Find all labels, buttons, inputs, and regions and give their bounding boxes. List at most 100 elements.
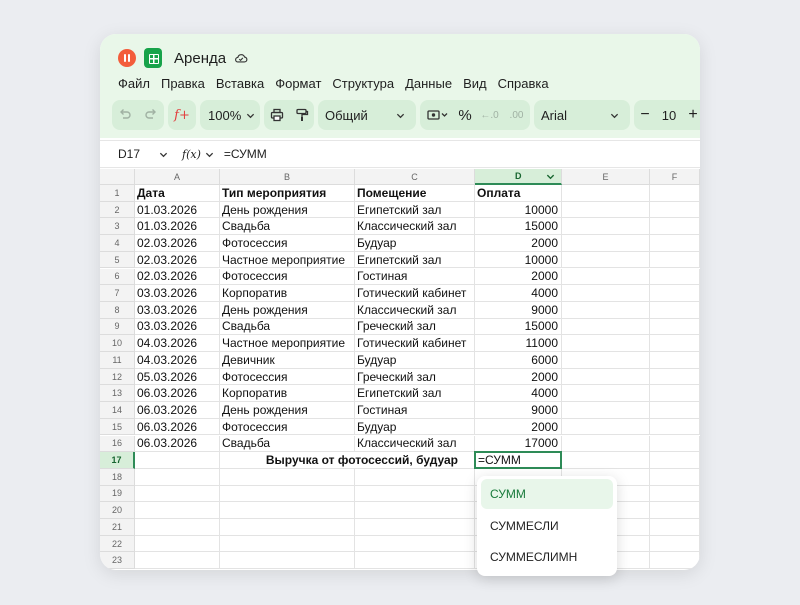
table-cell[interactable]: 2000 bbox=[475, 368, 562, 386]
table-cell[interactable]: Будуар bbox=[355, 235, 475, 252]
menu-item[interactable]: Вставка bbox=[216, 76, 264, 91]
formula-input[interactable]: =СУММ bbox=[224, 147, 267, 161]
grid-cell[interactable] bbox=[562, 218, 650, 236]
table-cell[interactable]: Египетский зал bbox=[355, 201, 475, 219]
row-header[interactable]: 4 bbox=[100, 235, 135, 252]
table-cell[interactable]: 06.03.2026 bbox=[135, 435, 220, 453]
table-cell[interactable]: 01.03.2026 bbox=[135, 218, 220, 236]
zoom-select[interactable]: 100% bbox=[200, 100, 260, 130]
grid-cell[interactable] bbox=[650, 452, 700, 469]
column-header[interactable]: E bbox=[562, 169, 650, 185]
grid-cell[interactable] bbox=[135, 452, 220, 469]
menu-item[interactable]: Данные bbox=[405, 76, 452, 91]
row-header[interactable]: 2 bbox=[100, 201, 135, 219]
table-cell[interactable]: Фотосессия bbox=[220, 268, 355, 286]
grid-cell[interactable] bbox=[135, 502, 220, 519]
grid-cell[interactable] bbox=[650, 251, 700, 269]
menu-item[interactable]: Файл bbox=[118, 76, 150, 91]
grid-cell[interactable] bbox=[562, 185, 650, 202]
table-cell[interactable]: 06.03.2026 bbox=[135, 402, 220, 419]
row-header[interactable]: 8 bbox=[100, 301, 135, 319]
table-cell[interactable]: Греческий зал bbox=[355, 368, 475, 386]
table-cell[interactable]: 4000 bbox=[475, 385, 562, 403]
table-cell[interactable]: Гостиная bbox=[355, 402, 475, 419]
grid-cell[interactable] bbox=[650, 268, 700, 286]
grid-cell[interactable] bbox=[355, 535, 475, 553]
print-icon[interactable] bbox=[264, 100, 289, 130]
grid-cell[interactable] bbox=[135, 485, 220, 503]
column-header[interactable]: C bbox=[355, 169, 475, 185]
table-cell[interactable]: Фотосессия bbox=[220, 418, 355, 436]
chevron-down-icon[interactable] bbox=[546, 172, 555, 181]
table-cell[interactable]: Гостиная bbox=[355, 268, 475, 286]
table-cell[interactable]: 10000 bbox=[475, 201, 562, 219]
grid-cell[interactable] bbox=[562, 352, 650, 369]
grid-cell[interactable] bbox=[650, 535, 700, 553]
table-cell[interactable]: День рождения bbox=[220, 201, 355, 219]
menu-item[interactable]: Структура bbox=[332, 76, 394, 91]
table-cell[interactable]: Частное мероприятие bbox=[220, 251, 355, 269]
grid-cell[interactable] bbox=[650, 552, 700, 570]
grid-cell[interactable] bbox=[650, 235, 700, 252]
row-header[interactable]: 19 bbox=[100, 485, 135, 503]
table-cell[interactable]: Частное мероприятие bbox=[220, 335, 355, 352]
grid-cell[interactable] bbox=[220, 535, 355, 553]
table-cell[interactable]: 02.03.2026 bbox=[135, 235, 220, 252]
table-cell[interactable]: 03.03.2026 bbox=[135, 301, 220, 319]
table-header-cell[interactable]: Помещение bbox=[355, 185, 475, 202]
grid-cell[interactable] bbox=[220, 468, 355, 486]
table-cell[interactable]: 15000 bbox=[475, 218, 562, 236]
menu-item[interactable]: Формат bbox=[275, 76, 321, 91]
undo-icon[interactable] bbox=[112, 100, 138, 130]
table-cell[interactable]: 2000 bbox=[475, 268, 562, 286]
table-cell[interactable]: Свадьба bbox=[220, 218, 355, 236]
redo-icon[interactable] bbox=[138, 100, 164, 130]
grid-cell[interactable] bbox=[650, 218, 700, 236]
grid-cell[interactable] bbox=[355, 552, 475, 570]
row-header[interactable]: 9 bbox=[100, 318, 135, 336]
grid-cell[interactable] bbox=[355, 519, 475, 536]
grid-cell[interactable] bbox=[562, 285, 650, 302]
table-cell[interactable]: День рождения bbox=[220, 301, 355, 319]
currency-format-icon[interactable] bbox=[420, 100, 454, 130]
table-cell[interactable]: 06.03.2026 bbox=[135, 418, 220, 436]
autocomplete-item[interactable]: СУММ bbox=[481, 479, 613, 509]
total-label[interactable]: Выручка от фотосессий, будуар bbox=[220, 452, 475, 469]
row-header[interactable]: 21 bbox=[100, 519, 135, 536]
column-header[interactable]: D bbox=[475, 169, 562, 185]
row-header[interactable]: 6 bbox=[100, 268, 135, 286]
menu-item[interactable]: Вид bbox=[463, 76, 487, 91]
select-all-corner[interactable] bbox=[100, 169, 135, 185]
grid-cell[interactable] bbox=[650, 318, 700, 336]
table-cell[interactable]: Будуар bbox=[355, 352, 475, 369]
table-cell[interactable]: Фотосессия bbox=[220, 368, 355, 386]
table-cell[interactable]: Египетский зал bbox=[355, 385, 475, 403]
font-size-decrease-button[interactable]: − bbox=[634, 100, 656, 130]
table-header-cell[interactable]: Оплата bbox=[475, 185, 562, 202]
row-header[interactable]: 22 bbox=[100, 535, 135, 553]
active-cell-formula[interactable]: =СУММ bbox=[474, 451, 562, 469]
table-cell[interactable]: Классический зал bbox=[355, 301, 475, 319]
table-cell[interactable]: День рождения bbox=[220, 402, 355, 419]
grid-cell[interactable] bbox=[562, 385, 650, 403]
grid-cell[interactable] bbox=[562, 268, 650, 286]
table-cell[interactable]: 03.03.2026 bbox=[135, 285, 220, 302]
grid-cell[interactable] bbox=[135, 519, 220, 536]
grid-cell[interactable] bbox=[562, 402, 650, 419]
row-header[interactable]: 17 bbox=[100, 452, 135, 469]
grid-cell[interactable] bbox=[562, 235, 650, 252]
grid-cell[interactable] bbox=[650, 368, 700, 386]
row-header[interactable]: 16 bbox=[100, 435, 135, 453]
table-cell[interactable]: Готический кабинет bbox=[355, 335, 475, 352]
table-cell[interactable]: 17000 bbox=[475, 435, 562, 453]
table-cell[interactable]: 02.03.2026 bbox=[135, 251, 220, 269]
grid-cell[interactable] bbox=[650, 519, 700, 536]
row-header[interactable]: 18 bbox=[100, 468, 135, 486]
table-cell[interactable]: Фотосессия bbox=[220, 235, 355, 252]
row-header[interactable]: 7 bbox=[100, 285, 135, 302]
grid-cell[interactable] bbox=[355, 485, 475, 503]
table-cell[interactable]: Египетский зал bbox=[355, 251, 475, 269]
table-cell[interactable]: 9000 bbox=[475, 301, 562, 319]
grid-cell[interactable] bbox=[650, 435, 700, 453]
table-cell[interactable]: 06.03.2026 bbox=[135, 385, 220, 403]
